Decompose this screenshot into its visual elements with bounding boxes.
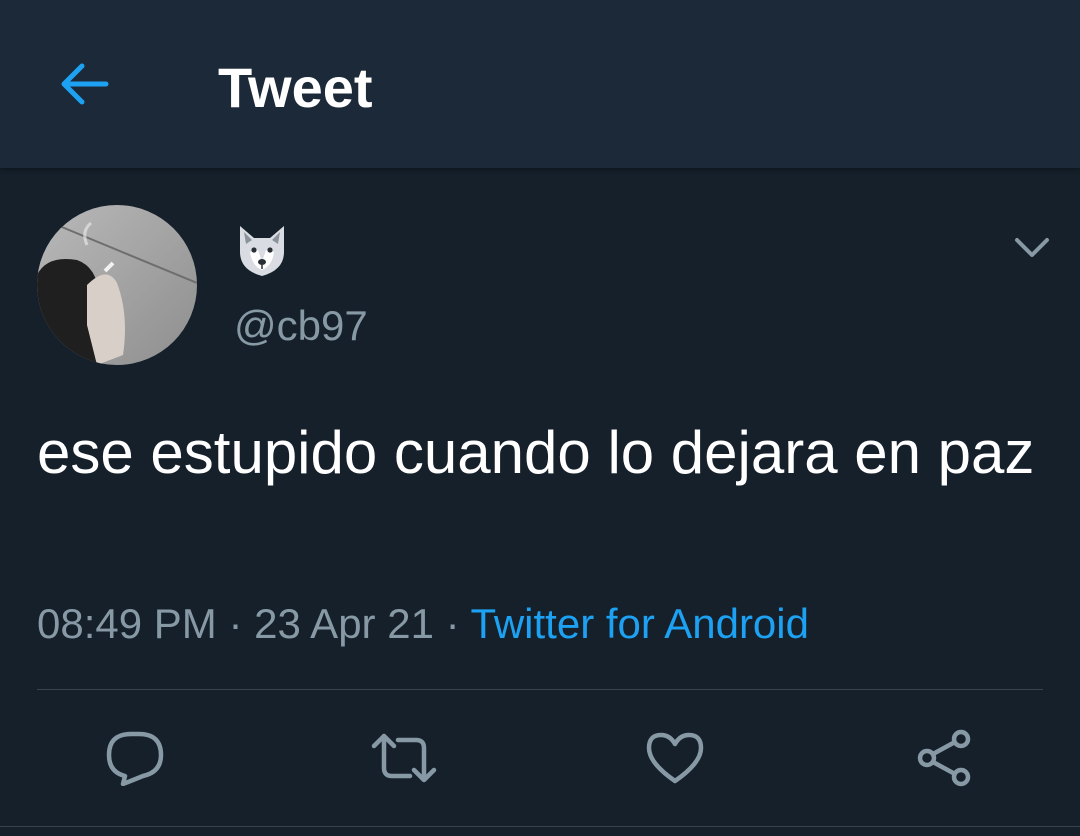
user-handle[interactable]: @cb97 (234, 300, 368, 352)
arrow-left-icon (61, 63, 109, 105)
tweet-time: 08:49 PM (37, 600, 217, 647)
bottom-divider (0, 826, 1080, 827)
page-title: Tweet (218, 56, 373, 119)
share-icon (917, 729, 971, 787)
display-name-emoji[interactable] (234, 222, 290, 278)
separator: · (216, 600, 255, 647)
tweet-detail: @cb97 ese estupido cuando lo dejara en p… (0, 168, 1080, 836)
retweet-icon (371, 733, 437, 783)
more-options-button[interactable] (1008, 228, 1056, 268)
heart-icon (646, 732, 704, 784)
wolf-face-emoji (240, 226, 284, 276)
speech-bubble-icon (106, 731, 164, 786)
top-app-bar: Tweet (0, 0, 1080, 168)
tweet-metadata: 08:49 PM · 23 Apr 21 · Twitter for Andro… (37, 598, 809, 650)
share-button[interactable] (911, 724, 979, 792)
tweet-text: ese estupido cuando lo dejara en paz (37, 419, 1035, 486)
retweet-button[interactable] (370, 724, 438, 792)
tweet-date: 23 Apr 21 (254, 600, 434, 647)
chevron-down-icon (1015, 238, 1049, 257)
divider (37, 689, 1043, 690)
reply-button[interactable] (101, 724, 169, 792)
profile-photo (37, 205, 197, 365)
like-button[interactable] (641, 724, 709, 792)
tweet-source-link[interactable]: Twitter for Android (471, 600, 809, 647)
back-button[interactable] (52, 52, 116, 116)
avatar[interactable] (37, 205, 197, 365)
separator: · (433, 600, 471, 647)
